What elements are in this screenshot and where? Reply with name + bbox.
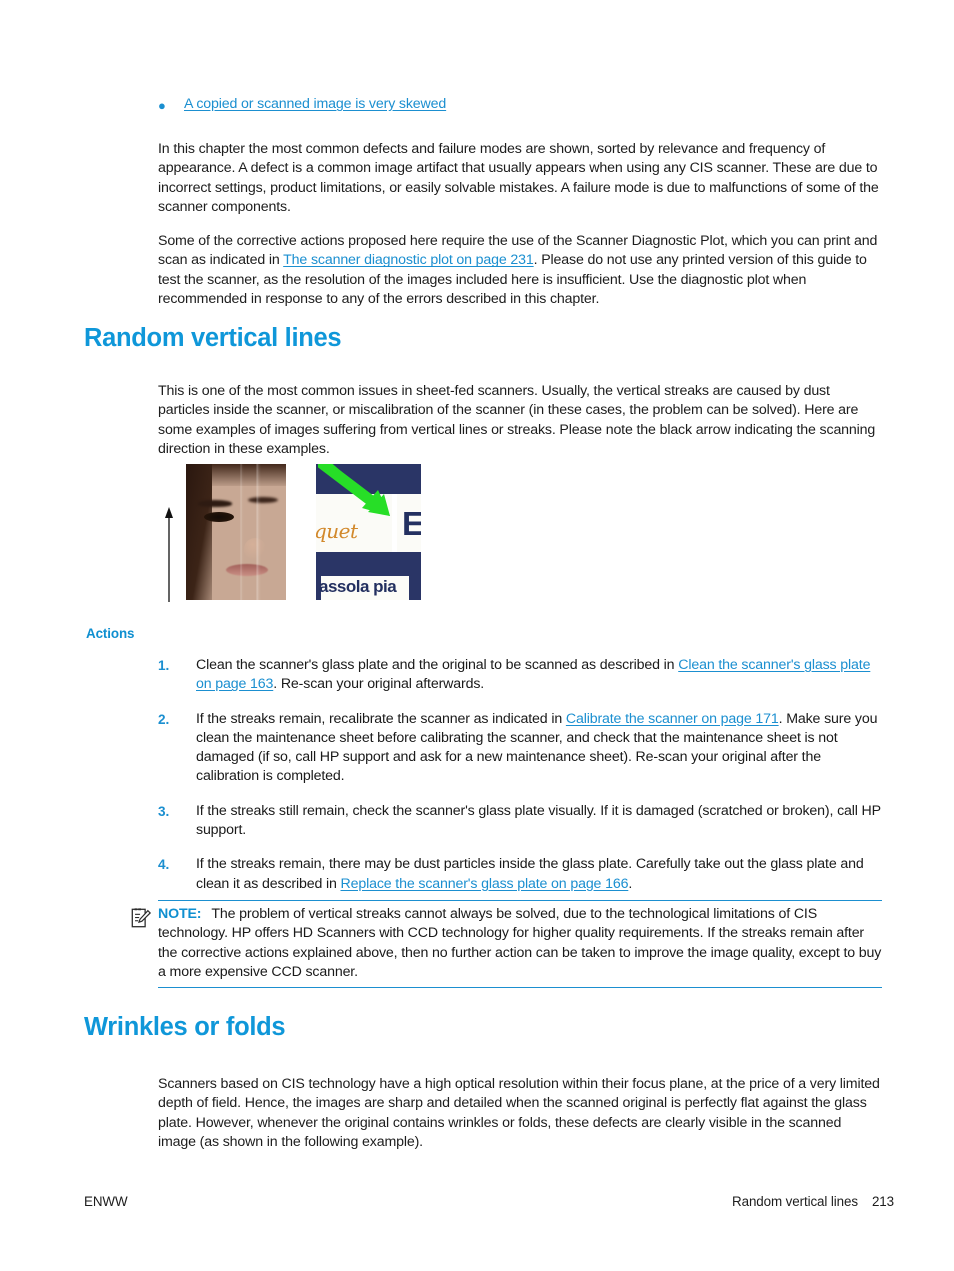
footer-left-label: ENWW xyxy=(84,1194,128,1209)
page-footer: ENWW Random vertical lines 213 xyxy=(84,1194,894,1209)
paragraph-wrinkles: Scanners based on CIS technology have a … xyxy=(158,1076,880,1151)
action-body-4: If the streaks remain, there may be dust… xyxy=(196,855,886,894)
bullet-marker-icon: ● xyxy=(158,98,166,113)
action-item-3: 3. If the streaks still remain, check th… xyxy=(158,802,886,841)
action-number-1: 1. xyxy=(158,658,170,673)
action-1-post: . Re-scan your original afterwards. xyxy=(273,676,485,693)
actions-ordered-list: 1. Clean the scanner's glass plate and t… xyxy=(158,656,886,894)
link-copied-or-scanned-image-skewed[interactable]: A copied or scanned image is very skewed xyxy=(184,95,446,114)
action-1-pre: Clean the scanner's glass plate and the … xyxy=(196,657,679,673)
action-body-3: If the streaks still remain, check the s… xyxy=(196,802,881,839)
figure-vertical-lines-examples: quet E assola pia xyxy=(155,462,455,602)
heading-actions: Actions xyxy=(86,626,135,641)
note-bottom-rule xyxy=(158,987,882,989)
action-item-1: 1. Clean the scanner's glass plate and t… xyxy=(158,656,886,695)
example-image-portrait-streaks xyxy=(186,464,286,600)
link-calibrate-the-scanner[interactable]: Calibrate the scanner on page 171 xyxy=(566,711,779,727)
action-2-pre: If the streaks remain, recalibrate the s… xyxy=(196,710,566,727)
heading-wrinkles-or-folds: Wrinkles or folds xyxy=(84,1013,286,1041)
paragraph-intro: In this chapter the most common defects … xyxy=(158,141,879,216)
note-clipboard-icon xyxy=(131,908,152,928)
paragraph-corrective-actions: Some of the corrective actions proposed … xyxy=(158,232,882,309)
bullet-list-item: ● A copied or scanned image is very skew… xyxy=(158,95,898,115)
note-text-block: NOTE: The problem of vertical streaks can… xyxy=(158,905,882,982)
action-item-2: 2. If the streaks remain, recalibrate th… xyxy=(158,710,886,787)
sign-bottom-text: assola pia xyxy=(319,577,397,596)
footer-section-title: Random vertical lines xyxy=(732,1194,858,1209)
note-admonition: NOTE: The problem of vertical streaks can… xyxy=(130,900,882,989)
action-item-4: 4. If the streaks remain, there may be d… xyxy=(158,855,886,894)
document-page: ● A copied or scanned image is very skew… xyxy=(0,0,954,1271)
note-body: The problem of vertical streaks cannot a… xyxy=(158,906,882,980)
action-number-3: 3. xyxy=(158,803,170,819)
example-image-sign-streaks: quet E assola pia xyxy=(316,464,421,600)
footer-right-group: Random vertical lines 213 xyxy=(732,1194,894,1209)
action-body-2: If the streaks remain, recalibrate the s… xyxy=(196,710,886,787)
paragraph-random-vertical-lines: This is one of the most common issues in… xyxy=(158,383,876,458)
sign-big-letter: E xyxy=(402,505,421,542)
note-label: NOTE: xyxy=(158,906,202,922)
link-scanner-diagnostic-plot[interactable]: The scanner diagnostic plot on page 231 xyxy=(283,252,534,268)
green-arrow-icon xyxy=(318,464,390,516)
action-4-post: . xyxy=(628,875,633,892)
action-number-4: 4. xyxy=(158,857,170,873)
heading-random-vertical-lines: Random vertical lines xyxy=(84,324,342,352)
portrait-vertical-streaks-overlay xyxy=(186,464,286,600)
action-number-2: 2. xyxy=(158,711,170,727)
sign-band-middle xyxy=(316,552,421,572)
link-replace-scanner-glass-plate[interactable]: Replace the scanner's glass plate on pag… xyxy=(341,876,629,892)
footer-page-number: 213 xyxy=(871,1194,894,1209)
action-body-1: Clean the scanner's glass plate and the … xyxy=(196,656,886,695)
scan-direction-arrow-icon xyxy=(165,507,173,602)
note-inner: NOTE: The problem of vertical streaks can… xyxy=(130,901,882,987)
